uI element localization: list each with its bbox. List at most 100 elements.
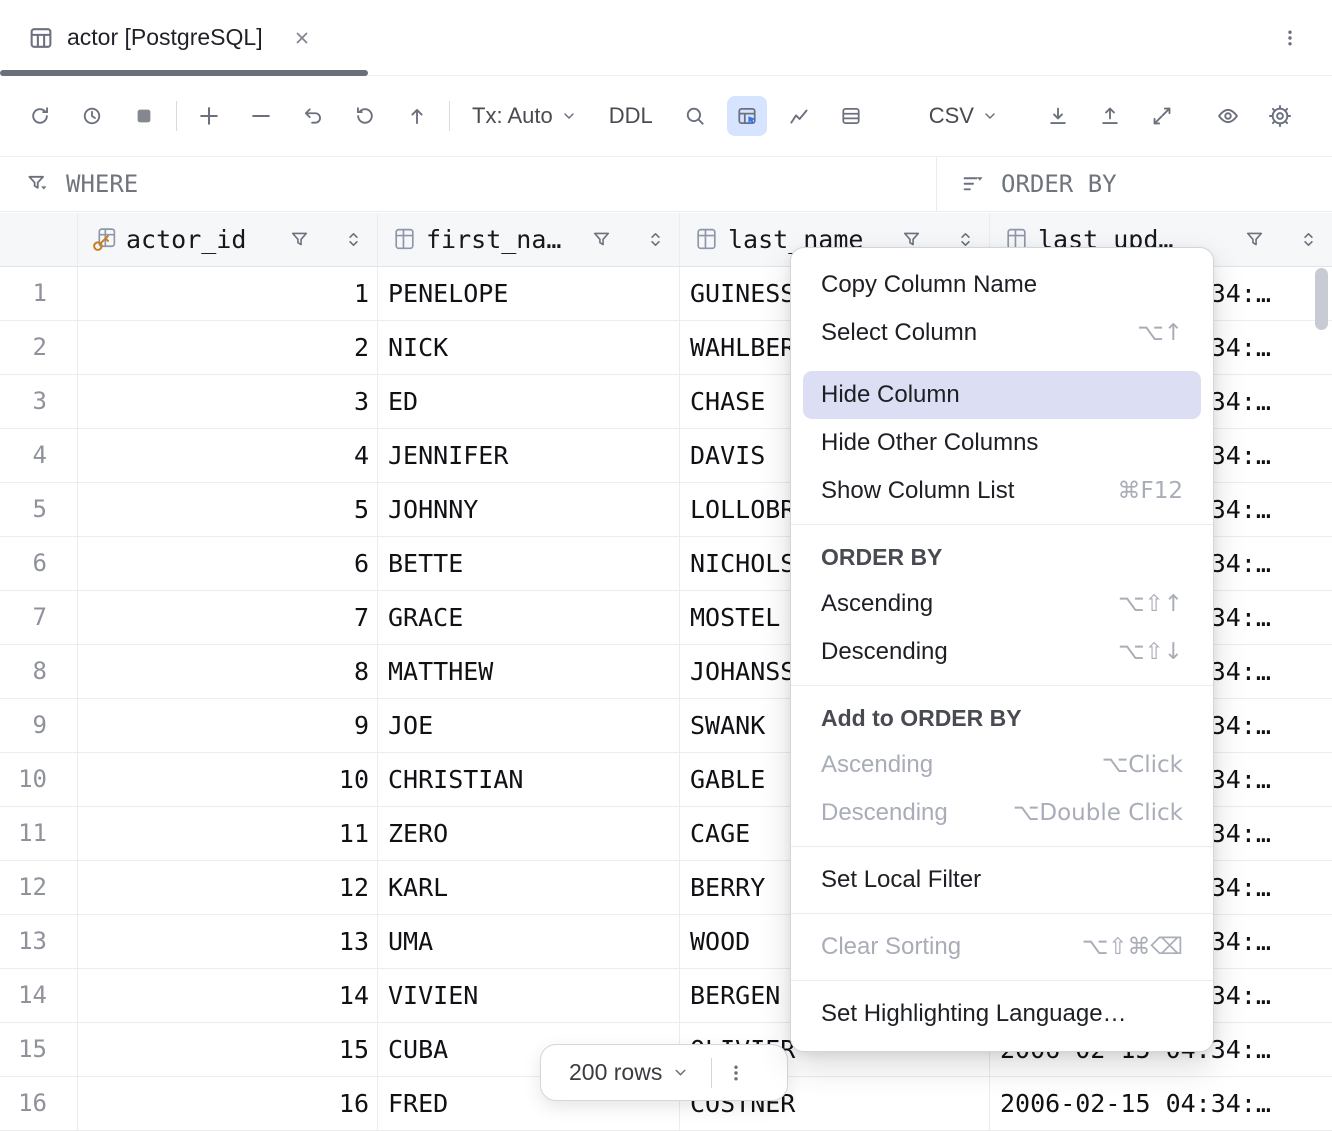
cell-first-name[interactable]: JOE: [378, 699, 680, 752]
cell-first-name[interactable]: JOHNNY: [378, 483, 680, 536]
cell-last-update[interactable]: 2006-02-15 04:34:…: [990, 1077, 1332, 1130]
cell-actor-id[interactable]: 9: [78, 699, 378, 752]
column-header-first-name[interactable]: first_na…: [378, 213, 680, 266]
settings-button[interactable]: [1260, 96, 1300, 136]
menu-item-hide-column[interactable]: Hide Column: [803, 371, 1201, 419]
table-options-button[interactable]: [831, 96, 871, 136]
sort-arrows-icon[interactable]: [1299, 230, 1318, 249]
cell-first-name[interactable]: UMA: [378, 915, 680, 968]
history-button[interactable]: [72, 96, 112, 136]
cell-first-name[interactable]: JENNIFER: [378, 429, 680, 482]
row-number[interactable]: 2: [0, 321, 78, 374]
cell-actor-id[interactable]: 4: [78, 429, 378, 482]
cell-actor-id[interactable]: 1: [78, 267, 378, 320]
menu-item-copy-column-name[interactable]: Copy Column Name: [803, 261, 1201, 309]
export-format-dropdown[interactable]: CSV: [919, 96, 1008, 136]
cell-first-name[interactable]: ED: [378, 375, 680, 428]
cell-first-name[interactable]: NICK: [378, 321, 680, 374]
menu-separator: [791, 524, 1213, 525]
cell-actor-id[interactable]: 3: [78, 375, 378, 428]
pager: 200 rows: [540, 1044, 788, 1101]
cell-actor-id[interactable]: 11: [78, 807, 378, 860]
cell-first-name[interactable]: CHRISTIAN: [378, 753, 680, 806]
row-number[interactable]: 16: [0, 1077, 78, 1130]
cell-actor-id[interactable]: 8: [78, 645, 378, 698]
search-button[interactable]: [675, 96, 715, 136]
chart-icon: [788, 105, 810, 127]
row-number[interactable]: 1: [0, 267, 78, 320]
vertical-scrollbar[interactable]: [1314, 266, 1329, 1132]
stop-button[interactable]: [124, 96, 164, 136]
row-number[interactable]: 9: [0, 699, 78, 752]
revert-button[interactable]: [345, 96, 385, 136]
cell-first-name[interactable]: KARL: [378, 861, 680, 914]
close-icon[interactable]: [292, 28, 312, 48]
import-button[interactable]: [1038, 96, 1078, 136]
row-number[interactable]: 3: [0, 375, 78, 428]
export-button[interactable]: [1090, 96, 1130, 136]
row-number[interactable]: 7: [0, 591, 78, 644]
cell-actor-id[interactable]: 7: [78, 591, 378, 644]
scrollbar-thumb[interactable]: [1315, 268, 1328, 330]
where-filter-field[interactable]: WHERE: [0, 157, 937, 211]
cell-actor-id[interactable]: 5: [78, 483, 378, 536]
row-number[interactable]: 11: [0, 807, 78, 860]
tab-actor-postgresql[interactable]: actor [PostgreSQL]: [0, 0, 368, 75]
row-number[interactable]: 14: [0, 969, 78, 1022]
row-number[interactable]: 10: [0, 753, 78, 806]
in-editor-results-toggle[interactable]: [727, 96, 767, 136]
ddl-button[interactable]: DDL: [599, 96, 663, 136]
sort-arrows-icon[interactable]: [646, 230, 665, 249]
menu-item-hide-other-columns[interactable]: Hide Other Columns: [803, 419, 1201, 467]
menu-item-ascending[interactable]: Ascending⌥⇧↑: [803, 580, 1201, 628]
cell-actor-id[interactable]: 14: [78, 969, 378, 1022]
cell-actor-id[interactable]: 12: [78, 861, 378, 914]
row-number[interactable]: 8: [0, 645, 78, 698]
add-row-button[interactable]: [189, 96, 229, 136]
cell-actor-id[interactable]: 16: [78, 1077, 378, 1130]
cell-actor-id[interactable]: 10: [78, 753, 378, 806]
kebab-menu-icon[interactable]: [1270, 18, 1310, 58]
where-funnel-icon: [26, 172, 50, 196]
column-header-actor-id[interactable]: actor_id: [78, 213, 378, 266]
undo-button[interactable]: [293, 96, 333, 136]
filter-funnel-icon[interactable]: [1244, 229, 1265, 250]
menu-item-select-column[interactable]: Select Column⌥↑: [803, 309, 1201, 357]
export-format-label: CSV: [929, 103, 974, 129]
row-number[interactable]: 4: [0, 429, 78, 482]
cell-actor-id[interactable]: 6: [78, 537, 378, 590]
delete-row-button[interactable]: [241, 96, 281, 136]
cell-actor-id[interactable]: 15: [78, 1023, 378, 1076]
row-number[interactable]: 13: [0, 915, 78, 968]
cell-first-name[interactable]: PENELOPE: [378, 267, 680, 320]
cell-actor-id[interactable]: 2: [78, 321, 378, 374]
row-number[interactable]: 6: [0, 537, 78, 590]
menu-item-set-local-filter[interactable]: Set Local Filter: [803, 856, 1201, 904]
filter-funnel-icon[interactable]: [591, 229, 612, 250]
cell-actor-id[interactable]: 13: [78, 915, 378, 968]
submit-button[interactable]: [397, 96, 437, 136]
preview-button[interactable]: [1208, 96, 1248, 136]
filter-funnel-icon[interactable]: [289, 229, 310, 250]
cell-first-name[interactable]: GRACE: [378, 591, 680, 644]
row-number[interactable]: 5: [0, 483, 78, 536]
cell-first-name[interactable]: MATTHEW: [378, 645, 680, 698]
menu-item-set-highlighting-language[interactable]: Set Highlighting Language…: [803, 990, 1201, 1038]
menu-item-shortcut: ⌥↑: [1113, 320, 1183, 346]
order-by-field[interactable]: ORDER BY: [937, 157, 1332, 211]
cell-first-name[interactable]: BETTE: [378, 537, 680, 590]
kebab-menu-icon[interactable]: [714, 1051, 758, 1095]
chevron-down-icon[interactable]: [672, 1064, 689, 1081]
sort-arrows-icon[interactable]: [344, 230, 363, 249]
menu-item-descending[interactable]: Descending⌥⇧↓: [803, 628, 1201, 676]
chevron-down-icon: [561, 108, 577, 124]
row-number[interactable]: 15: [0, 1023, 78, 1076]
tx-mode-dropdown[interactable]: Tx: Auto: [462, 96, 587, 136]
sync-button[interactable]: [1142, 96, 1182, 136]
menu-item-show-column-list[interactable]: Show Column List⌘F12: [803, 467, 1201, 515]
cell-first-name[interactable]: VIVIEN: [378, 969, 680, 1022]
cell-first-name[interactable]: ZERO: [378, 807, 680, 860]
refresh-button[interactable]: [20, 96, 60, 136]
chart-button[interactable]: [779, 96, 819, 136]
row-number[interactable]: 12: [0, 861, 78, 914]
